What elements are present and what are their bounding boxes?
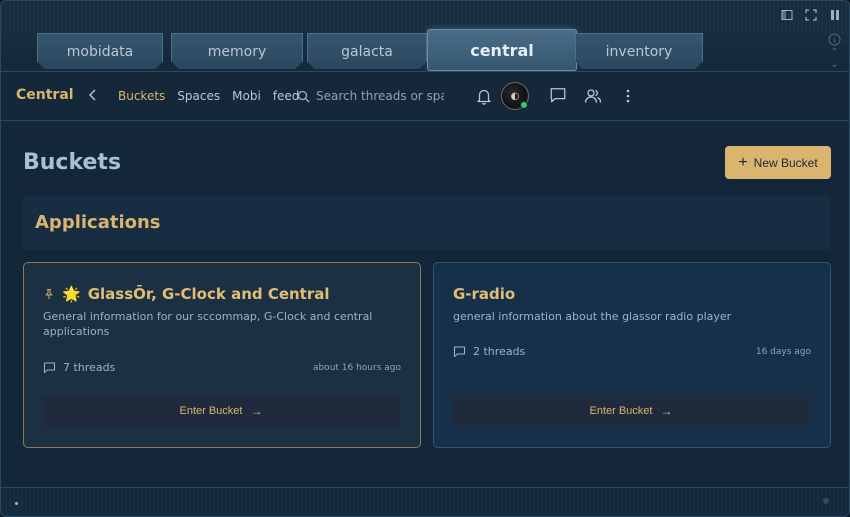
app-tab-label: central (470, 40, 534, 60)
app-tab-label: mobidata (66, 43, 134, 60)
online-status-dot (520, 101, 528, 109)
nav-spaces[interactable]: Spaces (177, 89, 220, 103)
search-input[interactable] (316, 89, 444, 103)
card-title: G-radio (453, 285, 516, 303)
top-header: Central Buckets Spaces Mobi feed ◐ (1, 71, 849, 121)
card-description: General information for our sccommap, G-… (43, 310, 373, 338)
info-icon[interactable] (828, 33, 841, 46)
page-title: Buckets (23, 150, 122, 175)
thread-count-label: 7 threads (63, 361, 116, 374)
enter-bucket-label: Enter Bucket (179, 405, 243, 417)
fullscreen-icon[interactable] (805, 9, 817, 21)
side-controls: ⌃ ⌄ (828, 33, 841, 70)
enter-bucket-button[interactable]: Enter Bucket → (42, 395, 400, 427)
bottom-status-bar (1, 487, 849, 516)
app-window: mobidata memory galacta central inventor… (0, 0, 850, 517)
card-title: GlassŌr, G-Clock and Central (87, 285, 330, 303)
main-content: Buckets + New Bucket Applications 🌟 Glas… (1, 122, 849, 487)
bell-icon[interactable] (474, 86, 494, 106)
app-tab-label: memory (207, 43, 267, 60)
back-chevron-icon[interactable] (85, 85, 101, 105)
updated-time: 16 days ago (755, 346, 811, 357)
app-tab-bar: mobidata memory galacta central inventor… (37, 29, 703, 71)
app-tab-memory[interactable]: memory (171, 33, 303, 69)
thread-count: 7 threads (43, 361, 115, 374)
app-tab-mobidata[interactable]: mobidata (37, 33, 163, 69)
app-tab-inventory[interactable]: inventory (575, 33, 703, 69)
new-bucket-button[interactable]: + New Bucket (725, 146, 831, 179)
search-box (297, 85, 449, 107)
comment-icon (453, 346, 466, 358)
pause-icon[interactable] (829, 9, 841, 21)
nav-feed[interactable]: feed (273, 89, 300, 103)
bucket-card[interactable]: 🌟 GlassŌr, G-Clock and Central General i… (23, 262, 421, 448)
app-tab-label: inventory (605, 43, 673, 60)
star-emoji-icon: 🌟 (62, 285, 81, 303)
pin-icon (45, 288, 53, 299)
status-dot (15, 502, 18, 505)
app-tab-galacta[interactable]: galacta (307, 33, 427, 69)
section-title: Applications (35, 212, 161, 233)
enter-bucket-button[interactable]: Enter Bucket → (452, 395, 810, 427)
app-tab-label: galacta (341, 43, 393, 60)
chevron-up-icon[interactable]: ⌃ (830, 48, 838, 58)
users-icon[interactable] (583, 86, 603, 106)
card-meta: 7 threads about 16 hours ago (43, 361, 401, 374)
bucket-card[interactable]: G-radio general information about the gl… (433, 262, 831, 448)
brand-title: Central (16, 87, 74, 103)
enter-bucket-label: Enter Bucket (589, 405, 653, 417)
status-indicator (823, 498, 829, 504)
window-controls (781, 9, 841, 21)
card-title-row: G-radio (453, 285, 515, 303)
section-header: Applications (23, 196, 831, 250)
plus-icon: + (738, 153, 748, 171)
nav-buckets[interactable]: Buckets (118, 89, 165, 103)
search-icon (297, 90, 310, 102)
comment-icon (43, 362, 56, 374)
app-tab-central[interactable]: central (427, 29, 577, 71)
thread-count-label: 2 threads (473, 345, 526, 358)
nav-mobi[interactable]: Mobi (232, 89, 261, 103)
chat-icon[interactable] (547, 84, 569, 106)
card-description: general information about the glassor ra… (453, 310, 732, 323)
more-vertical-icon[interactable] (618, 86, 638, 106)
new-bucket-label: New Bucket (753, 155, 818, 170)
arrow-right-icon: → (250, 404, 263, 418)
sidebar-toggle-icon[interactable] (781, 9, 793, 21)
chevron-down-icon[interactable]: ⌄ (830, 60, 838, 70)
thread-count: 2 threads (453, 345, 525, 358)
header-nav: Buckets Spaces Mobi feed (118, 89, 299, 103)
card-title-row: 🌟 GlassŌr, G-Clock and Central (43, 285, 330, 303)
arrow-right-icon: → (660, 404, 673, 418)
card-meta: 2 threads 16 days ago (453, 345, 811, 358)
updated-time: about 16 hours ago (312, 362, 401, 373)
